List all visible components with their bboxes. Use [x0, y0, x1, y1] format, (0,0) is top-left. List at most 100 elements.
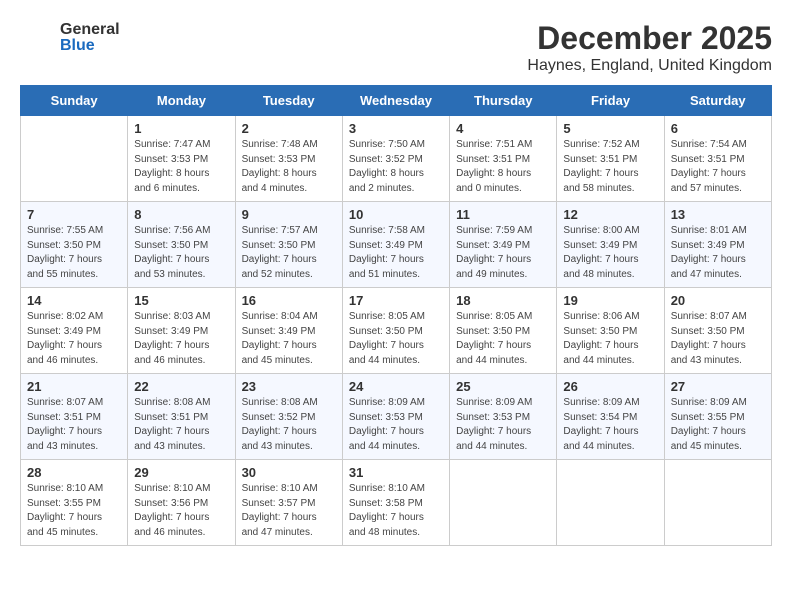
day-number: 6: [671, 121, 765, 136]
day-number: 4: [456, 121, 550, 136]
day-number: 23: [242, 379, 336, 394]
calendar-cell: [664, 460, 771, 546]
logo-word2: Blue: [60, 38, 120, 54]
calendar-week-1: 1 Sunrise: 7:47 AM Sunset: 3:53 PM Daylig…: [21, 116, 772, 202]
calendar-cell: 6 Sunrise: 7:54 AM Sunset: 3:51 PM Daylig…: [664, 116, 771, 202]
calendar-cell: 10Sunrise: 7:58 AM Sunset: 3:49 PM Dayli…: [342, 202, 449, 288]
day-number: 7: [27, 207, 121, 222]
day-info: Sunrise: 7:48 AM Sunset: 3:53 PM Dayligh…: [242, 138, 336, 196]
calendar-cell: 7 Sunrise: 7:55 AM Sunset: 3:50 PM Daylig…: [21, 202, 128, 288]
day-number: 10: [349, 207, 443, 222]
day-number: 28: [27, 465, 121, 480]
calendar-cell: [557, 460, 664, 546]
calendar-cell: 9Sunrise: 7:57 AM Sunset: 3:50 PM Daylig…: [235, 202, 342, 288]
day-info: Sunrise: 8:03 AM Sunset: 3:49 PM Dayligh…: [134, 310, 228, 368]
day-info: Sunrise: 8:09 AM Sunset: 3:55 PM Dayligh…: [671, 396, 765, 454]
day-info: Sunrise: 8:06 AM Sunset: 3:50 PM Dayligh…: [563, 310, 657, 368]
calendar-table: SundayMondayTuesdayWednesdayThursdayFrid…: [20, 85, 772, 546]
header-row: SundayMondayTuesdayWednesdayThursdayFrid…: [21, 86, 772, 116]
day-info: Sunrise: 8:05 AM Sunset: 3:50 PM Dayligh…: [456, 310, 550, 368]
calendar-week-4: 21Sunrise: 8:07 AM Sunset: 3:51 PM Dayli…: [21, 374, 772, 460]
day-info: Sunrise: 8:10 AM Sunset: 3:55 PM Dayligh…: [27, 482, 121, 540]
day-info: Sunrise: 8:09 AM Sunset: 3:54 PM Dayligh…: [563, 396, 657, 454]
location-subtitle: Haynes, England, United Kingdom: [527, 57, 772, 75]
day-number: 27: [671, 379, 765, 394]
day-number: 14: [27, 293, 121, 308]
day-header-sunday: Sunday: [21, 86, 128, 116]
calendar-cell: 29 Sunrise: 8:10 AM Sunset: 3:56 PM Dayli…: [128, 460, 235, 546]
day-header-wednesday: Wednesday: [342, 86, 449, 116]
day-info: Sunrise: 8:00 AM Sunset: 3:49 PM Dayligh…: [563, 224, 657, 282]
day-info: Sunrise: 7:51 AM Sunset: 3:51 PM Dayligh…: [456, 138, 550, 196]
calendar-cell: 8 Sunrise: 7:56 AM Sunset: 3:50 PM Daylig…: [128, 202, 235, 288]
calendar-cell: 16 Sunrise: 8:04 AM Sunset: 3:49 PM Dayli…: [235, 288, 342, 374]
day-info: Sunrise: 8:01 AM Sunset: 3:49 PM Dayligh…: [671, 224, 765, 282]
calendar-cell: 17 Sunrise: 8:05 AM Sunset: 3:50 PM Dayli…: [342, 288, 449, 374]
calendar-cell: 27 Sunrise: 8:09 AM Sunset: 3:55 PM Dayli…: [664, 374, 771, 460]
calendar-cell: 15Sunrise: 8:03 AM Sunset: 3:49 PM Dayli…: [128, 288, 235, 374]
calendar-cell: [21, 116, 128, 202]
day-number: 17: [349, 293, 443, 308]
day-info: Sunrise: 8:05 AM Sunset: 3:50 PM Dayligh…: [349, 310, 443, 368]
day-header-saturday: Saturday: [664, 86, 771, 116]
day-info: Sunrise: 7:54 AM Sunset: 3:51 PM Dayligh…: [671, 138, 765, 196]
day-number: 19: [563, 293, 657, 308]
calendar-week-5: 28 Sunrise: 8:10 AM Sunset: 3:55 PM Dayli…: [21, 460, 772, 546]
day-header-friday: Friday: [557, 86, 664, 116]
day-number: 5: [563, 121, 657, 136]
day-number: 25: [456, 379, 550, 394]
day-info: Sunrise: 8:10 AM Sunset: 3:58 PM Dayligh…: [349, 482, 443, 540]
calendar-week-3: 14 Sunrise: 8:02 AM Sunset: 3:49 PM Dayli…: [21, 288, 772, 374]
calendar-cell: 25 Sunrise: 8:09 AM Sunset: 3:53 PM Dayli…: [450, 374, 557, 460]
calendar-week-2: 7 Sunrise: 7:55 AM Sunset: 3:50 PM Daylig…: [21, 202, 772, 288]
calendar-cell: [450, 460, 557, 546]
day-info: Sunrise: 7:56 AM Sunset: 3:50 PM Dayligh…: [134, 224, 228, 282]
day-info: Sunrise: 8:10 AM Sunset: 3:57 PM Dayligh…: [242, 482, 336, 540]
day-header-monday: Monday: [128, 86, 235, 116]
day-number: 29: [134, 465, 228, 480]
title-block: December 2025 Haynes, England, United Ki…: [527, 20, 772, 75]
day-header-tuesday: Tuesday: [235, 86, 342, 116]
day-number: 8: [134, 207, 228, 222]
day-number: 11: [456, 207, 550, 222]
day-number: 13: [671, 207, 765, 222]
day-number: 16: [242, 293, 336, 308]
page-header: Gen eral General Blue December 2025 Hayn…: [20, 20, 772, 75]
calendar-cell: 31 Sunrise: 8:10 AM Sunset: 3:58 PM Dayli…: [342, 460, 449, 546]
day-info: Sunrise: 8:04 AM Sunset: 3:49 PM Dayligh…: [242, 310, 336, 368]
day-info: Sunrise: 8:09 AM Sunset: 3:53 PM Dayligh…: [456, 396, 550, 454]
logo-wordmark: General Blue: [60, 22, 120, 54]
calendar-cell: 5Sunrise: 7:52 AM Sunset: 3:51 PM Daylig…: [557, 116, 664, 202]
calendar-cell: 14 Sunrise: 8:02 AM Sunset: 3:49 PM Dayli…: [21, 288, 128, 374]
day-info: Sunrise: 7:50 AM Sunset: 3:52 PM Dayligh…: [349, 138, 443, 196]
month-title: December 2025: [527, 20, 772, 57]
day-info: Sunrise: 7:55 AM Sunset: 3:50 PM Dayligh…: [27, 224, 121, 282]
day-number: 21: [27, 379, 121, 394]
day-number: 30: [242, 465, 336, 480]
logo-container: Gen eral General Blue: [20, 20, 120, 56]
calendar-cell: 24Sunrise: 8:09 AM Sunset: 3:53 PM Dayli…: [342, 374, 449, 460]
day-number: 2: [242, 121, 336, 136]
calendar-cell: 18Sunrise: 8:05 AM Sunset: 3:50 PM Dayli…: [450, 288, 557, 374]
day-info: Sunrise: 8:08 AM Sunset: 3:51 PM Dayligh…: [134, 396, 228, 454]
day-info: Sunrise: 7:47 AM Sunset: 3:53 PM Dayligh…: [134, 138, 228, 196]
day-info: Sunrise: 8:10 AM Sunset: 3:56 PM Dayligh…: [134, 482, 228, 540]
day-number: 22: [134, 379, 228, 394]
calendar-cell: 20 Sunrise: 8:07 AM Sunset: 3:50 PM Dayli…: [664, 288, 771, 374]
day-info: Sunrise: 8:07 AM Sunset: 3:50 PM Dayligh…: [671, 310, 765, 368]
logo-word1: General: [60, 22, 120, 38]
logo-icon-container: Gen eral: [20, 20, 56, 56]
calendar-cell: 12Sunrise: 8:00 AM Sunset: 3:49 PM Dayli…: [557, 202, 664, 288]
day-info: Sunrise: 7:59 AM Sunset: 3:49 PM Dayligh…: [456, 224, 550, 282]
day-header-thursday: Thursday: [450, 86, 557, 116]
calendar-cell: 28 Sunrise: 8:10 AM Sunset: 3:55 PM Dayli…: [21, 460, 128, 546]
day-info: Sunrise: 8:02 AM Sunset: 3:49 PM Dayligh…: [27, 310, 121, 368]
calendar-cell: 2 Sunrise: 7:48 AM Sunset: 3:53 PM Daylig…: [235, 116, 342, 202]
calendar-cell: 21Sunrise: 8:07 AM Sunset: 3:51 PM Dayli…: [21, 374, 128, 460]
day-number: 20: [671, 293, 765, 308]
calendar-cell: 4 Sunrise: 7:51 AM Sunset: 3:51 PM Daylig…: [450, 116, 557, 202]
day-info: Sunrise: 8:08 AM Sunset: 3:52 PM Dayligh…: [242, 396, 336, 454]
day-number: 31: [349, 465, 443, 480]
day-number: 1: [134, 121, 228, 136]
calendar-cell: 23 Sunrise: 8:08 AM Sunset: 3:52 PM Dayli…: [235, 374, 342, 460]
